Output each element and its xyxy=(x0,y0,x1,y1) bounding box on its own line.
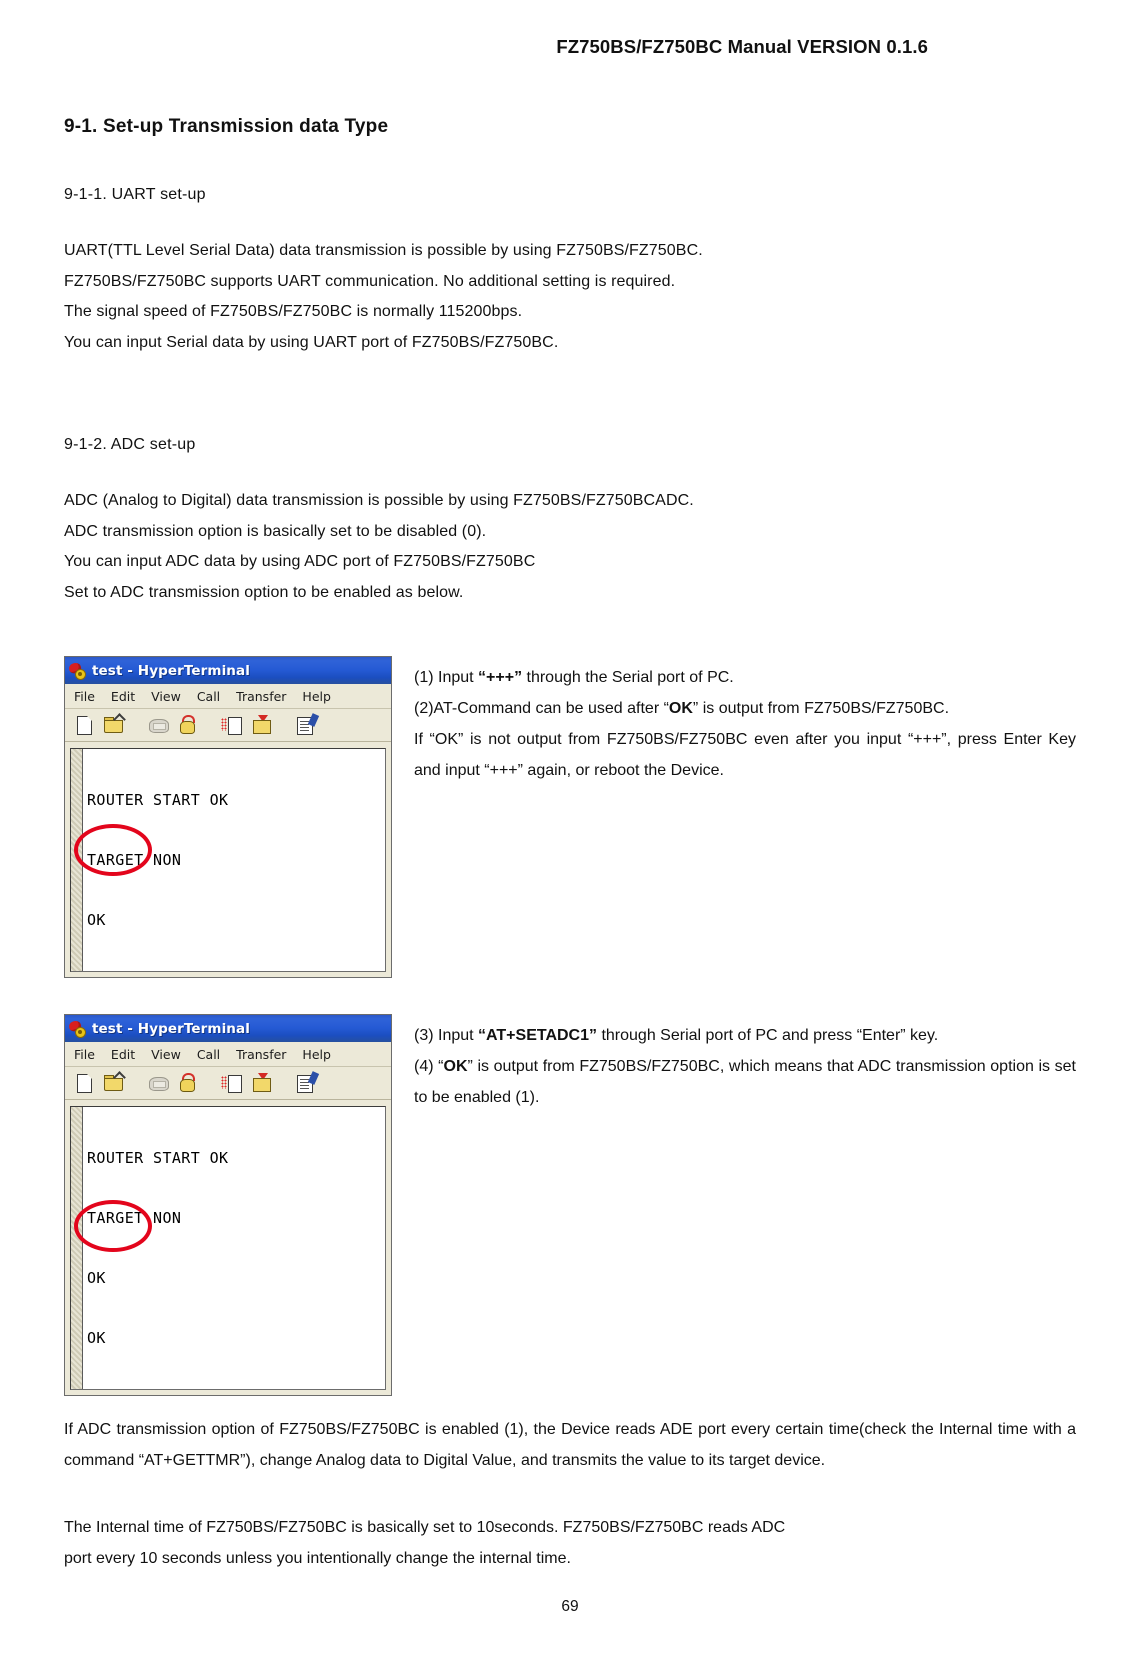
send-file-icon[interactable] xyxy=(221,1072,243,1094)
terminal2-figure: test - HyperTerminal File Edit View Call… xyxy=(64,1014,392,1396)
step-4-bold: OK xyxy=(443,1058,468,1075)
new-icon[interactable] xyxy=(73,714,95,736)
menu-file[interactable]: File xyxy=(74,1047,95,1062)
toolbar xyxy=(65,1067,391,1100)
client-wrapper: ROUTER START OK TARGET NON OK OK xyxy=(65,1100,391,1395)
step-2-pre: (2)AT-Command can be used after “ xyxy=(414,700,669,717)
menu-help[interactable]: Help xyxy=(302,1047,331,1062)
hyperterminal-app-icon xyxy=(67,661,86,680)
steps-block-1: (1) Input “+++” through the Serial port … xyxy=(414,656,1076,786)
menu-file[interactable]: File xyxy=(74,689,95,704)
uart-line-1: UART(TTL Level Serial Data) data transmi… xyxy=(64,242,703,259)
figure-row-1: test - HyperTerminal File Edit View Call… xyxy=(64,656,1076,978)
adc-line-3: You can input ADC data by using ADC port… xyxy=(64,553,536,570)
uart-paragraph: UART(TTL Level Serial Data) data transmi… xyxy=(64,236,1076,358)
step-3-pre: (3) Input xyxy=(414,1027,479,1044)
menu-call[interactable]: Call xyxy=(197,689,220,704)
call-icon[interactable] xyxy=(176,1072,198,1094)
terminal-line: OK xyxy=(87,1269,106,1287)
step-2: (2)AT-Command can be used after “OK” is … xyxy=(414,693,1076,724)
receive-file-icon[interactable] xyxy=(250,1072,272,1094)
section-heading: 9-1. Set-up Transmission data Type xyxy=(64,116,389,137)
uart-line-2: FZ750BS/FZ750BC supports UART communicat… xyxy=(64,272,676,290)
window-title: test - HyperTerminal xyxy=(92,1020,250,1037)
step-1-post: through the Serial port of PC. xyxy=(522,669,734,686)
document-page: FZ750BS/FZ750BC Manual VERSION 0.1.6 9-1… xyxy=(0,0,1140,1654)
terminal-line: ROUTER START OK xyxy=(87,791,229,809)
menu-view[interactable]: View xyxy=(151,1047,181,1062)
closing-paragraph-2-line-1: The Internal time of FZ750BS/FZ750BC is … xyxy=(64,1519,786,1536)
menu-edit[interactable]: Edit xyxy=(111,689,135,704)
step-2-bold: OK xyxy=(668,700,693,717)
hyperterminal-window-2[interactable]: test - HyperTerminal File Edit View Call… xyxy=(64,1014,392,1396)
adc-line-1: ADC (Analog to Digital) data transmissio… xyxy=(64,492,694,509)
open-icon[interactable] xyxy=(102,1071,126,1094)
open-icon[interactable] xyxy=(102,713,126,736)
closing-paragraph-2-line-2: port every 10 seconds unless you intenti… xyxy=(64,1550,571,1567)
terminal-gutter xyxy=(71,749,83,971)
properties-icon[interactable] xyxy=(295,1071,320,1094)
terminal-client[interactable]: ROUTER START OK TARGET NON OK xyxy=(70,748,386,972)
subsection-heading-adc: 9-1-2. ADC set-up xyxy=(64,436,196,453)
menu-help[interactable]: Help xyxy=(302,689,331,704)
menubar: File Edit View Call Transfer Help xyxy=(65,1042,391,1067)
step-4-pre: (4) “ xyxy=(414,1058,444,1075)
window-title: test - HyperTerminal xyxy=(92,662,250,679)
client-wrapper: ROUTER START OK TARGET NON OK xyxy=(65,742,391,977)
step-3-post: through Serial port of PC and press “Ent… xyxy=(597,1027,939,1044)
terminal-line: OK xyxy=(87,1329,106,1347)
step-1: (1) Input “+++” through the Serial port … xyxy=(414,662,1076,693)
hyperterminal-window-1[interactable]: test - HyperTerminal File Edit View Call… xyxy=(64,656,392,978)
receive-file-icon[interactable] xyxy=(250,714,272,736)
menu-transfer[interactable]: Transfer xyxy=(236,1047,286,1062)
step-3-bold: “AT+SETADC1” xyxy=(478,1027,598,1044)
page-number: 69 xyxy=(561,1598,579,1615)
terminal-gutter xyxy=(71,1107,83,1389)
step-4-post: ” is output from FZ750BS/FZ750BC, which … xyxy=(414,1058,1077,1106)
document-header: FZ750BS/FZ750BC Manual VERSION 0.1.6 xyxy=(556,36,928,57)
new-icon[interactable] xyxy=(73,1072,95,1094)
closing-paragraph-2: The Internal time of FZ750BS/FZ750BC is … xyxy=(64,1512,1076,1574)
disconnect-icon[interactable] xyxy=(147,1072,169,1094)
menu-edit[interactable]: Edit xyxy=(111,1047,135,1062)
call-icon[interactable] xyxy=(176,714,198,736)
step-1-bold: “+++” xyxy=(478,669,523,686)
adc-line-2: ADC transmission option is basically set… xyxy=(64,522,487,540)
terminal-client[interactable]: ROUTER START OK TARGET NON OK OK xyxy=(70,1106,386,1390)
menu-transfer[interactable]: Transfer xyxy=(236,689,286,704)
properties-icon[interactable] xyxy=(295,713,320,736)
steps-block-2: (3) Input “AT+SETADC1” through Serial po… xyxy=(414,1014,1076,1113)
terminal-line: OK xyxy=(87,911,106,929)
terminal-line: TARGET NON xyxy=(87,851,182,869)
terminal-screen[interactable]: ROUTER START OK TARGET NON OK OK xyxy=(83,1107,385,1389)
adc-line-4: Set to ADC transmission option to be ena… xyxy=(64,583,464,601)
uart-line-4: You can input Serial data by using UART … xyxy=(64,333,559,351)
disconnect-icon[interactable] xyxy=(147,714,169,736)
adc-paragraph: ADC (Analog to Digital) data transmissio… xyxy=(64,486,1076,608)
menu-view[interactable]: View xyxy=(151,689,181,704)
figure-row-2: test - HyperTerminal File Edit View Call… xyxy=(64,1014,1076,1396)
send-file-icon[interactable] xyxy=(221,714,243,736)
step-1-pre: (1) Input xyxy=(414,669,479,686)
uart-line-3: The signal speed of FZ750BS/FZ750BC is n… xyxy=(64,303,523,320)
terminal1-figure: test - HyperTerminal File Edit View Call… xyxy=(64,656,392,978)
step-4: (4) “OK” is output from FZ750BS/FZ750BC,… xyxy=(414,1051,1076,1113)
subsection-heading-uart: 9-1-1. UART set-up xyxy=(64,186,206,203)
closing-paragraph-1: If ADC transmission option of FZ750BS/FZ… xyxy=(64,1421,1076,1469)
step-2-note: If “OK” is not output from FZ750BS/FZ750… xyxy=(414,731,1076,779)
terminal-line: ROUTER START OK xyxy=(87,1149,229,1167)
toolbar xyxy=(65,709,391,742)
step-3: (3) Input “AT+SETADC1” through Serial po… xyxy=(414,1020,1076,1051)
menu-call[interactable]: Call xyxy=(197,1047,220,1062)
menubar: File Edit View Call Transfer Help xyxy=(65,684,391,709)
step-2-post: ” is output from FZ750BS/FZ750BC. xyxy=(692,700,950,717)
terminal-line: TARGET NON xyxy=(87,1209,182,1227)
hyperterminal-app-icon xyxy=(67,1019,86,1038)
terminal-screen[interactable]: ROUTER START OK TARGET NON OK xyxy=(83,749,385,971)
titlebar: test - HyperTerminal xyxy=(65,657,391,684)
titlebar: test - HyperTerminal xyxy=(65,1015,391,1042)
